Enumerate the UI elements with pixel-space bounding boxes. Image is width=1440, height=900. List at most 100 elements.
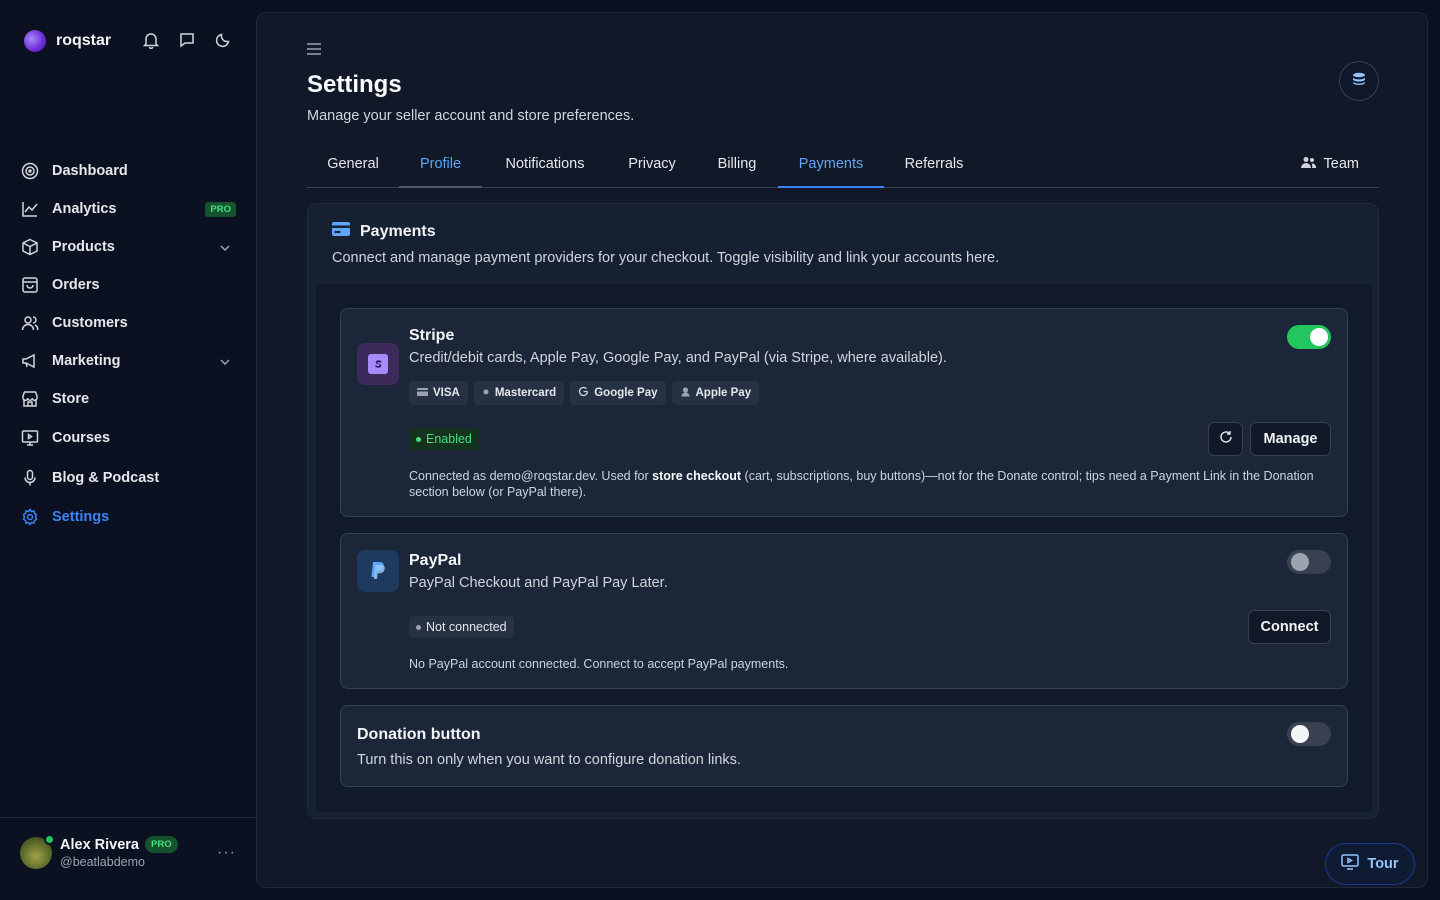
sidebar-item-label: Settings <box>52 509 110 525</box>
store-icon <box>20 389 40 409</box>
sidebar-nav: Dashboard Analytics PRO Products Orders … <box>20 152 236 536</box>
tab-payments[interactable]: Payments <box>778 145 884 188</box>
connect-button[interactable]: Connect <box>1248 610 1331 644</box>
tab-notifications[interactable]: Notifications <box>482 145 608 188</box>
stripe-description: Credit/debit cards, Apple Pay, Google Pa… <box>409 350 947 366</box>
paypal-logo <box>357 550 399 592</box>
toggle-knob <box>1291 725 1309 743</box>
sidebar-item-settings[interactable]: Settings <box>20 498 236 536</box>
sidebar-item-label: Marketing <box>52 353 121 369</box>
sidebar-item-label: Dashboard <box>52 163 128 179</box>
team-label: Team <box>1323 156 1359 172</box>
donation-card: Donation button Turn this on only when y… <box>340 705 1348 787</box>
sidebar-item-label: Analytics <box>52 201 117 217</box>
sidebar-item-label: Products <box>52 239 115 255</box>
google-icon <box>578 386 589 400</box>
apple-icon <box>680 386 691 400</box>
mastercard-icon <box>482 387 490 399</box>
providers-list: Stripe Credit/debit cards, Apple Pay, Go… <box>316 284 1372 812</box>
user-name: Alex Rivera <box>60 836 139 853</box>
gear-icon <box>20 507 40 527</box>
sidebar-item-analytics[interactable]: Analytics PRO <box>20 190 236 228</box>
user-profile[interactable]: Alex Rivera PRO @beatlabdemo ··· <box>20 833 236 869</box>
sidebar-divider <box>0 817 256 818</box>
stripe-note-bold: store checkout <box>652 469 742 483</box>
chevron-down-icon[interactable] <box>220 353 230 369</box>
sidebar-item-marketing[interactable]: Marketing <box>20 342 236 380</box>
moon-icon[interactable] <box>214 30 232 50</box>
method-visa: VISA <box>409 381 468 405</box>
box-icon <box>20 237 40 257</box>
avatar[interactable] <box>20 833 55 869</box>
database-icon <box>1352 72 1366 91</box>
tab-billing[interactable]: Billing <box>696 145 778 188</box>
chevron-down-icon[interactable] <box>220 239 230 255</box>
sidebar-item-label: Store <box>52 391 90 407</box>
sidebar-item-products[interactable]: Products <box>20 228 236 266</box>
bell-icon[interactable] <box>142 30 160 50</box>
payments-description: Connect and manage payment providers for… <box>332 250 1000 266</box>
page-title: Settings <box>307 71 402 98</box>
megaphone-icon <box>20 351 40 371</box>
tab-profile[interactable]: Profile <box>399 145 482 188</box>
team-icon <box>1300 156 1316 173</box>
chat-icon[interactable] <box>178 30 196 50</box>
paypal-title: PayPal <box>409 552 462 569</box>
method-label: VISA <box>433 387 460 399</box>
toggle-knob <box>1310 328 1328 346</box>
sidebar-item-dashboard[interactable]: Dashboard <box>20 152 236 190</box>
stripe-card: Stripe Credit/debit cards, Apple Pay, Go… <box>340 308 1348 517</box>
main-content: Settings Manage your seller account and … <box>256 12 1428 888</box>
method-label: Mastercard <box>494 387 557 399</box>
method-label: Apple Pay <box>695 387 752 399</box>
top-icons <box>142 30 232 50</box>
brand-name: roqstar <box>56 32 112 49</box>
brand-logo-icon <box>24 30 46 52</box>
stripe-logo <box>357 343 399 385</box>
settings-tabs: General Profile Notifications Privacy Bi… <box>307 145 1379 188</box>
tour-label: Tour <box>1367 856 1399 872</box>
stripe-methods: VISA Mastercard Google Pay Apple Pay <box>409 381 760 405</box>
method-label: Google Pay <box>594 387 658 399</box>
refresh-icon <box>1219 430 1233 448</box>
method-google-pay: Google Pay <box>570 381 666 405</box>
sidebar-item-store[interactable]: Store <box>20 380 236 418</box>
dashboard-icon <box>20 161 40 181</box>
sidebar-item-courses[interactable]: Courses <box>20 418 236 458</box>
bag-icon <box>20 275 40 295</box>
donation-toggle[interactable] <box>1287 722 1331 746</box>
status-dot <box>416 436 421 442</box>
menu-icon[interactable] <box>307 39 321 60</box>
paypal-note: No PayPal account connected. Connect to … <box>409 657 789 671</box>
manage-button[interactable]: Manage <box>1250 422 1331 456</box>
tour-button[interactable]: Tour <box>1325 843 1415 885</box>
toggle-knob <box>1291 553 1309 571</box>
more-options-icon[interactable]: ··· <box>217 844 236 862</box>
presentation-icon <box>20 428 40 448</box>
sidebar-item-blog-podcast[interactable]: Blog & Podcast <box>20 458 236 498</box>
tab-referrals[interactable]: Referrals <box>884 145 984 188</box>
tab-general[interactable]: General <box>307 145 399 188</box>
stripe-title: Stripe <box>409 327 455 344</box>
mic-icon <box>20 468 40 488</box>
chart-line-icon <box>20 199 40 219</box>
sidebar-item-customers[interactable]: Customers <box>20 304 236 342</box>
stripe-toggle[interactable] <box>1287 325 1331 349</box>
stripe-status-badge: Enabled <box>409 428 479 450</box>
sidebar-item-orders[interactable]: Orders <box>20 266 236 304</box>
user-handle: @beatlabdemo <box>60 855 145 869</box>
users-icon <box>20 313 40 333</box>
sidebar-item-label: Orders <box>52 277 100 293</box>
tab-privacy[interactable]: Privacy <box>608 145 696 188</box>
paypal-description: PayPal Checkout and PayPal Pay Later. <box>409 575 668 591</box>
method-mastercard: Mastercard <box>473 381 565 405</box>
refresh-button[interactable] <box>1208 422 1243 456</box>
database-button[interactable] <box>1339 61 1379 101</box>
online-status-dot <box>44 833 55 845</box>
stripe-note-text: Connected as demo@roqstar.dev. Used for <box>409 469 653 483</box>
paypal-toggle[interactable] <box>1287 550 1331 574</box>
team-button[interactable]: Team <box>1300 145 1359 183</box>
brand[interactable]: roqstar <box>24 30 111 52</box>
page-subtitle: Manage your seller account and store pre… <box>307 108 635 124</box>
payments-panel: Payments Connect and manage payment prov… <box>307 203 1379 819</box>
